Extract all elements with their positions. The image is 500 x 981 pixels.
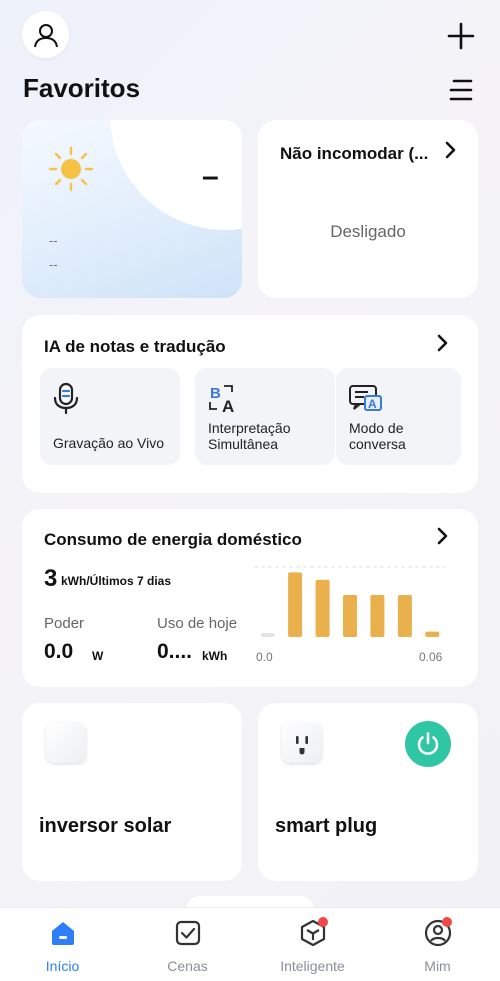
- nav-label: Início: [45, 958, 80, 974]
- outlet-icon: [282, 723, 322, 763]
- ai-card-title: IA de notas e tradução: [44, 337, 226, 356]
- power-label: Poder: [44, 615, 85, 632]
- sun-icon: [48, 146, 94, 192]
- translate-icon: B A: [209, 385, 234, 416]
- weather-detail-2: --: [49, 257, 58, 272]
- energy-bar-4: [343, 595, 357, 637]
- energy-card-title: Consumo de energia doméstico: [44, 530, 302, 549]
- nav-item-scenes[interactable]: Cenas: [125, 908, 250, 981]
- dnd-title: Não incomodar (...: [280, 144, 429, 163]
- do-not-disturb-card[interactable]: Não incomodar (... Desligado: [258, 120, 478, 298]
- weather-card[interactable]: – -- --: [22, 120, 242, 298]
- power-unit: W: [92, 649, 104, 663]
- ai-notes-card: IA de notas e tradução Gravação ao Vivo …: [22, 315, 478, 493]
- nav-label: Cenas: [167, 958, 208, 974]
- chevron-right-icon[interactable]: [434, 526, 452, 546]
- ai-tile-simultaneous-interpretation[interactable]: B A Interpretação Simultânea: [195, 368, 335, 465]
- ai-tile-label: Gravação ao Vivo: [53, 435, 165, 451]
- nav-item-smart[interactable]: Inteligente: [250, 908, 375, 981]
- device-name: inversor solar: [39, 815, 172, 837]
- ai-tile-live-recording[interactable]: Gravação ao Vivo: [40, 368, 180, 465]
- energy-bar-7: [425, 631, 440, 637]
- chart-axis-max: 0.06: [419, 650, 443, 664]
- energy-bar-6: [397, 595, 412, 637]
- add-button[interactable]: [441, 16, 481, 56]
- device-card-smart-plug[interactable]: smart plug: [258, 703, 478, 881]
- ai-tile-label-line2: Simultânea: [208, 436, 279, 452]
- today-usage-unit: kWh: [202, 649, 228, 663]
- bottom-nav: Início Cenas Inteligente Mim: [0, 907, 500, 981]
- device-card-solar-inverter[interactable]: inversor solar: [22, 703, 242, 881]
- plus-icon: [447, 22, 475, 50]
- svg-text:A: A: [222, 397, 234, 416]
- avatar-button[interactable]: [22, 11, 69, 58]
- energy-total-unit: kWh/Últimos 7 dias: [61, 574, 172, 588]
- weather-dot: [174, 210, 182, 218]
- svg-text:A: A: [368, 397, 377, 411]
- chart-axis-min: 0.0: [256, 650, 273, 664]
- notification-badge: [442, 917, 452, 927]
- energy-bar-1: [260, 633, 275, 637]
- home-icon: [51, 922, 74, 945]
- svg-text:B: B: [210, 385, 221, 402]
- weather-temperature: –: [202, 160, 219, 193]
- energy-bar-chart: [254, 566, 446, 637]
- nav-label: Inteligente: [280, 958, 345, 974]
- nav-item-me[interactable]: Mim: [375, 908, 500, 981]
- energy-bar-2: [288, 572, 303, 637]
- power-toggle-button[interactable]: [405, 721, 451, 767]
- energy-bar-3: [315, 579, 330, 637]
- power-value: 0.0: [44, 640, 74, 663]
- checkbox-icon: [175, 920, 200, 946]
- menu-icon: [449, 79, 473, 101]
- conversation-icon: A: [349, 385, 382, 411]
- page-title: Favoritos: [23, 73, 141, 103]
- ai-tile-label-line2: conversa: [349, 436, 406, 452]
- today-usage-label: Uso de hoje: [157, 615, 238, 632]
- energy-bar-5: [370, 595, 385, 637]
- ai-tile-label-line1: Interpretação: [208, 420, 291, 436]
- energy-consumption-card[interactable]: Consumo de energia doméstico 3 kWh/Últim…: [22, 509, 478, 687]
- energy-total-value: 3: [44, 565, 58, 592]
- menu-button[interactable]: [441, 70, 481, 110]
- user-icon: [33, 23, 58, 47]
- nav-label: Mim: [424, 958, 451, 974]
- notification-badge: [318, 917, 328, 927]
- power-icon: [417, 732, 439, 755]
- chevron-right-icon[interactable]: [434, 333, 452, 353]
- ai-tile-conversation-mode[interactable]: A Modo de conversa: [336, 368, 461, 465]
- nav-item-home[interactable]: Início: [0, 908, 125, 981]
- device-hub-icon: [46, 723, 86, 763]
- chevron-right-icon: [445, 141, 456, 159]
- dnd-status: Desligado: [330, 222, 406, 241]
- weather-detail-1: --: [49, 233, 58, 248]
- ai-tile-label-line1: Modo de: [349, 420, 404, 436]
- microphone-icon: [53, 382, 79, 415]
- device-name: smart plug: [275, 815, 378, 837]
- today-usage-value: 0....: [157, 640, 193, 663]
